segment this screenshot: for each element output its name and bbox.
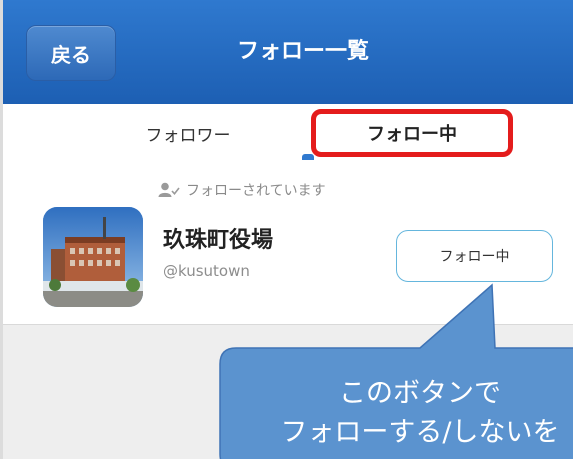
callout-line-1: このボタンで <box>339 378 501 409</box>
back-button[interactable]: 戻る <box>26 25 116 81</box>
page-title: フォロー一覧 <box>236 39 369 64</box>
app-header: 戻る フォロー一覧 <box>3 0 573 104</box>
tab-following[interactable]: フォロー中 <box>311 109 513 157</box>
user-check-icon <box>158 182 180 198</box>
follow-status-label: フォローされています <box>186 183 326 199</box>
user-name: 玖珠町役場 <box>163 228 274 253</box>
screen: 戻る フォロー一覧 フォロワー フォロー中 フォローされています 玖珠町役場 @… <box>0 0 573 459</box>
list-item: フォローされています 玖珠町役場 @kusutown フォロー中 <box>3 162 573 325</box>
callout-line-2: フォローする/しないを <box>280 417 560 448</box>
followed-by-note: フォローされています <box>158 180 326 200</box>
active-tab-indicator <box>302 154 314 160</box>
user-handle: @kusutown <box>163 262 250 280</box>
following-toggle-button[interactable]: フォロー中 <box>396 230 553 282</box>
tab-followers[interactable]: フォロワー <box>118 104 258 162</box>
tab-bar: フォロワー フォロー中 <box>3 104 573 163</box>
callout-text: このボタンで フォローする/しないを <box>220 374 573 452</box>
left-edge <box>0 0 3 459</box>
avatar[interactable] <box>43 207 143 307</box>
